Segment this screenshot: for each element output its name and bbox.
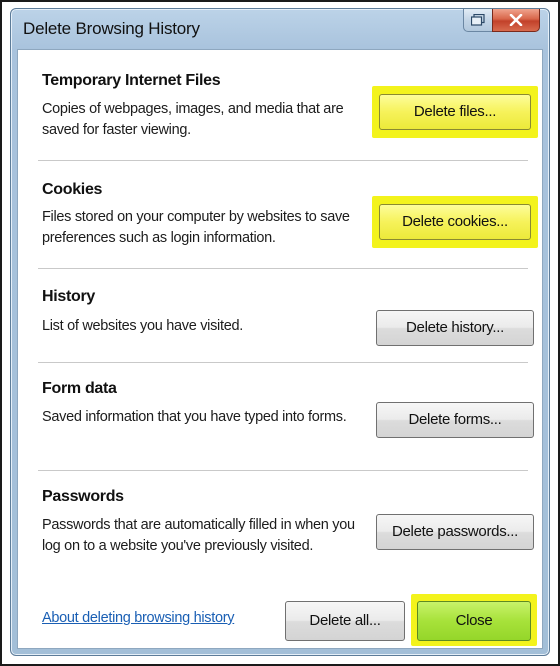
section-title-form-data: Form data (42, 380, 117, 397)
close-button[interactable]: Close (417, 601, 531, 641)
dialog-title: Delete Browsing History (23, 19, 200, 38)
delete-history-button[interactable]: Delete history... (376, 310, 534, 346)
section-divider (38, 160, 528, 162)
section-divider (38, 268, 528, 270)
section-divider (38, 362, 528, 364)
section-desc-passwords: Passwords that are automatically filled … (42, 517, 355, 554)
delete-forms-button[interactable]: Delete forms... (376, 402, 534, 438)
dialog-window: Delete Browsing History Temporary Intern… (10, 8, 550, 656)
restore-button[interactable] (463, 9, 493, 32)
section-desc-form-data: Saved information that you have typed in… (42, 409, 347, 425)
section-divider (38, 470, 528, 472)
title-bar[interactable]: Delete Browsing History (11, 9, 549, 49)
section-desc-cookies: Files stored on your computer by website… (42, 209, 350, 246)
section-title-history: History (42, 288, 96, 305)
delete-all-button[interactable]: Delete all... (285, 601, 405, 641)
restore-icon (471, 14, 485, 26)
dialog-content: Temporary Internet Files Copies of webpa… (17, 49, 543, 649)
section-title-temporary-files: Temporary Internet Files (42, 72, 221, 89)
section-desc-temporary-files: Copies of webpages, images, and media th… (42, 101, 344, 138)
delete-passwords-button[interactable]: Delete passwords... (376, 514, 534, 550)
section-title-passwords: Passwords (42, 488, 124, 505)
section-title-cookies: Cookies (42, 181, 103, 198)
delete-cookies-button[interactable]: Delete cookies... (379, 204, 531, 240)
close-icon (509, 14, 523, 26)
close-window-button[interactable] (492, 9, 540, 32)
delete-files-button[interactable]: Delete files... (379, 94, 531, 130)
section-desc-history: List of websites you have visited. (42, 318, 243, 334)
about-deleting-history-link[interactable]: About deleting browsing history (42, 610, 235, 626)
screenshot: Delete Browsing History Temporary Intern… (0, 0, 560, 666)
